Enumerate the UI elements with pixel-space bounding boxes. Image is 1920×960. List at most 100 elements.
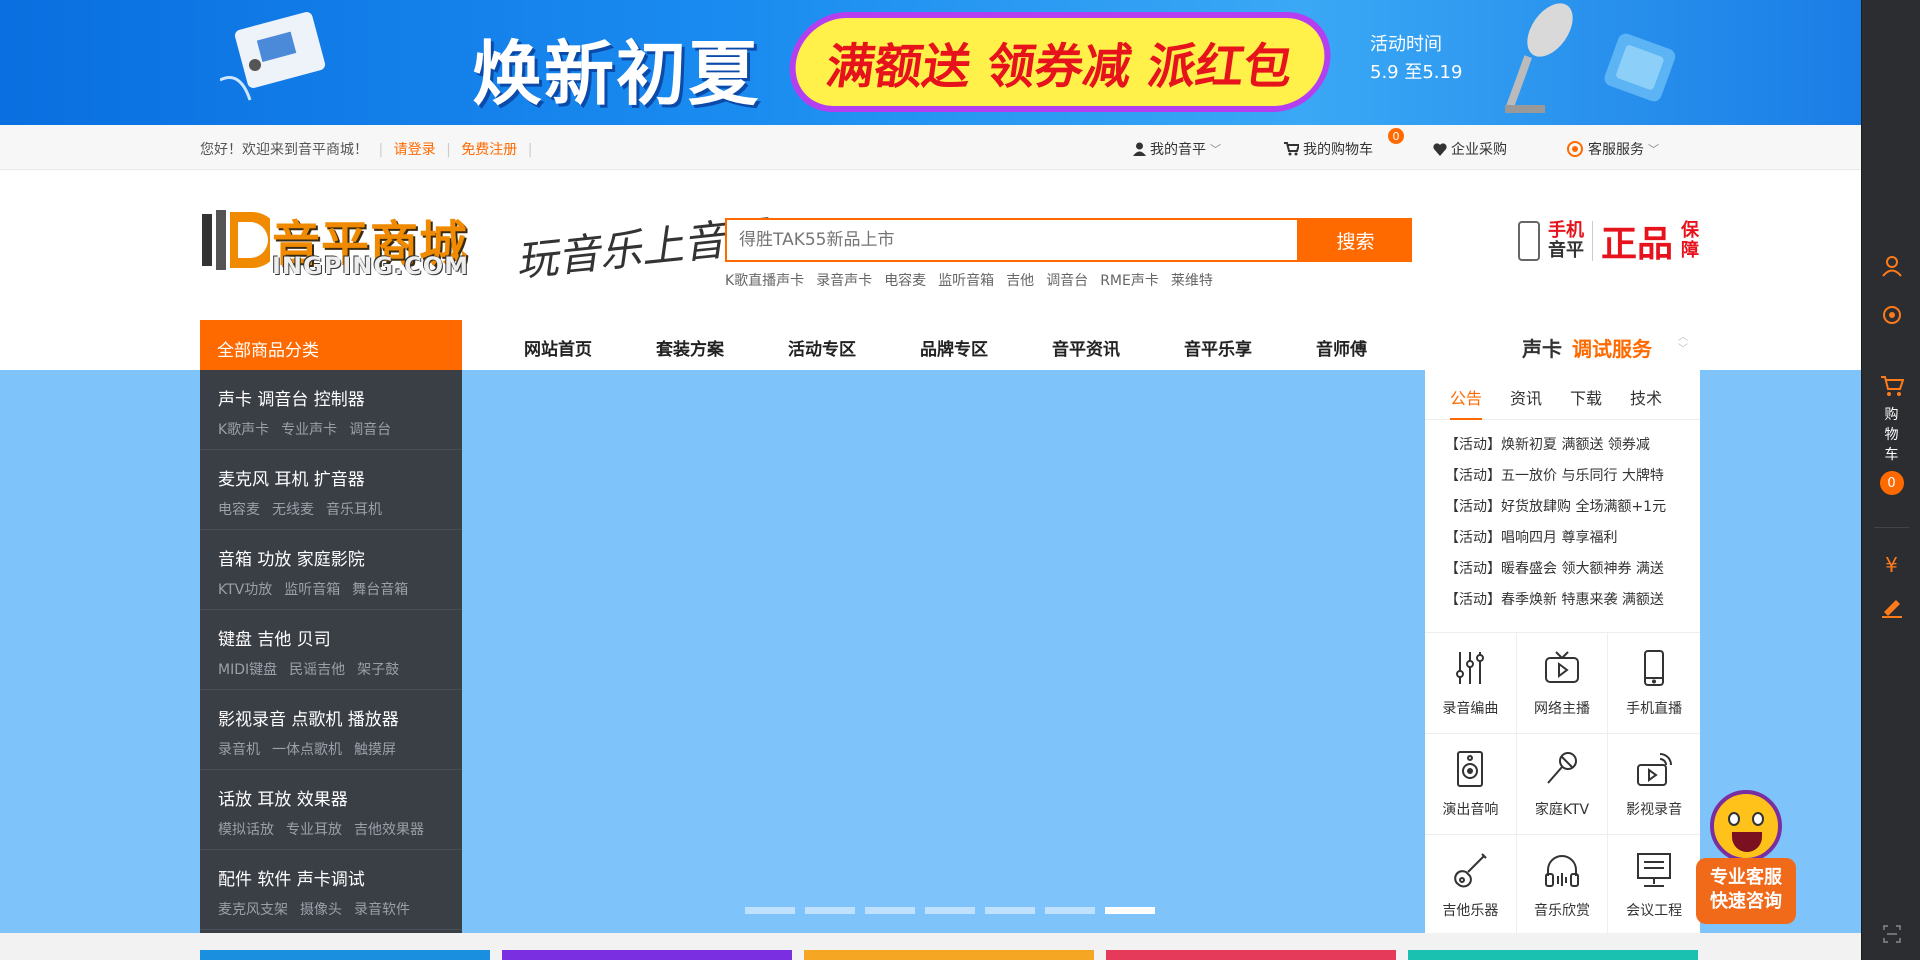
hot-keyword[interactable]: 电容麦 xyxy=(884,270,926,290)
category-item[interactable]: 键盘 吉他 贝司 MIDI键盘 民谣吉他 架子鼓 xyxy=(200,610,462,690)
category-sub[interactable]: 电容麦 xyxy=(218,499,260,519)
tab-news[interactable]: 资讯 xyxy=(1510,385,1542,419)
tab-downloads[interactable]: 下载 xyxy=(1570,385,1602,419)
my-account-menu[interactable]: 我的音平 ﹀ xyxy=(1133,139,1221,159)
hot-keyword[interactable]: 莱维特 xyxy=(1171,270,1213,290)
category-title[interactable]: 麦克风 耳机 扩音器 xyxy=(218,465,444,490)
notice-item[interactable]: 【活动】好货放肆购 全场满额+1元 xyxy=(1445,497,1700,528)
nav-link-bundles[interactable]: 套装方案 xyxy=(656,335,788,360)
service-guitar[interactable]: 吉他乐器 xyxy=(1425,834,1517,935)
category-title[interactable]: 话放 耳放 效果器 xyxy=(218,785,444,810)
carousel-dot[interactable] xyxy=(865,907,915,914)
chevron-up-icon[interactable]: ︿ xyxy=(1678,332,1688,344)
category-sub[interactable]: 舞台音箱 xyxy=(352,579,408,599)
nav-link-master[interactable]: 音师傅 xyxy=(1316,335,1448,360)
login-link[interactable]: 请登录 xyxy=(394,142,436,158)
promo-banner[interactable]: 焕新初夏 满额送 领券减 派红包 活动时间 5.9 至5.19 xyxy=(0,0,1861,125)
notice-item[interactable]: 【活动】暖春盛会 领大额神券 满送 xyxy=(1445,559,1700,590)
floating-customer-service[interactable]: 专业客服 快速咨询 xyxy=(1696,790,1796,928)
category-item[interactable]: 麦克风 耳机 扩音器 电容麦 无线麦 音乐耳机 xyxy=(200,450,462,530)
sidebar-cart[interactable]: 购 物 车 0 xyxy=(1862,375,1920,495)
service-button[interactable] xyxy=(1862,304,1920,326)
hot-keyword[interactable]: 调音台 xyxy=(1046,270,1088,290)
carousel-dot[interactable] xyxy=(925,907,975,914)
category-sub[interactable]: 录音软件 xyxy=(354,899,410,919)
site-logo[interactable]: 音平商城 INGPING.COM xyxy=(200,200,475,280)
category-title[interactable]: 音箱 功放 家庭影院 xyxy=(218,545,444,570)
category-sub[interactable]: 专业耳放 xyxy=(286,819,342,839)
category-sub[interactable]: 麦克风支架 xyxy=(218,899,288,919)
carousel-dot[interactable] xyxy=(1045,907,1095,914)
notice-item[interactable]: 【活动】五一放价 与乐同行 大牌特 xyxy=(1445,466,1700,497)
category-title[interactable]: 声卡 调音台 控制器 xyxy=(218,385,444,410)
chevron-down-icon[interactable]: ﹀ xyxy=(1678,344,1688,356)
category-item[interactable]: 配件 软件 声卡调试 麦克风支架 摄像头 录音软件 xyxy=(200,850,462,930)
scan-button[interactable] xyxy=(1862,925,1920,943)
hot-keyword[interactable]: K歌直播声卡 xyxy=(725,270,804,290)
service-mobile-live[interactable]: 手机直播 xyxy=(1608,632,1700,733)
category-item[interactable]: 音箱 功放 家庭影院 KTV功放 监听音箱 舞台音箱 xyxy=(200,530,462,610)
category-sub[interactable]: 民谣吉他 xyxy=(289,659,345,679)
yen-icon[interactable]: ¥ xyxy=(1862,553,1920,577)
search-button[interactable]: 搜索 xyxy=(1299,218,1412,262)
service-streaming[interactable]: 网络主播 xyxy=(1516,632,1609,733)
nav-link-brands[interactable]: 品牌专区 xyxy=(920,335,1052,360)
notice-item[interactable]: 【活动】焕新初夏 满额送 领券减 xyxy=(1445,435,1700,466)
promo-strip[interactable] xyxy=(200,950,490,960)
category-sub[interactable]: 模拟话放 xyxy=(218,819,274,839)
search-input[interactable] xyxy=(725,218,1299,262)
category-sub[interactable]: 触摸屏 xyxy=(354,739,396,759)
hot-keyword[interactable]: RME声卡 xyxy=(1100,270,1159,290)
category-sub[interactable]: 无线麦 xyxy=(272,499,314,519)
category-sub[interactable]: 专业声卡 xyxy=(281,419,337,439)
tab-announcements[interactable]: 公告 xyxy=(1450,385,1483,420)
carousel-dot[interactable] xyxy=(745,907,795,914)
service-conference[interactable]: 会议工程 xyxy=(1608,834,1700,935)
nav-link-share[interactable]: 音平乐享 xyxy=(1184,335,1316,360)
category-sub[interactable]: 音乐耳机 xyxy=(326,499,382,519)
hot-keyword[interactable]: 监听音箱 xyxy=(938,270,994,290)
promo-strip[interactable] xyxy=(1106,950,1396,960)
carousel-dot[interactable] xyxy=(985,907,1035,914)
promo-strip[interactable] xyxy=(502,950,792,960)
category-title[interactable]: 配件 软件 声卡调试 xyxy=(218,865,444,890)
nav-link-events[interactable]: 活动专区 xyxy=(788,335,920,360)
hot-keyword[interactable]: 录音声卡 xyxy=(816,270,872,290)
category-sub[interactable]: 摄像头 xyxy=(300,899,342,919)
category-item[interactable]: 影视录音 点歌机 播放器 录音机 一体点歌机 触摸屏 xyxy=(200,690,462,770)
category-sub[interactable]: 监听音箱 xyxy=(284,579,340,599)
category-sub[interactable]: K歌声卡 xyxy=(218,419,269,439)
service-stage-audio[interactable]: 演出音响 xyxy=(1425,733,1517,834)
category-sub[interactable]: 一体点歌机 xyxy=(272,739,342,759)
category-sub[interactable]: KTV功放 xyxy=(218,579,272,599)
category-sub[interactable]: 吉他效果器 xyxy=(354,819,424,839)
category-title[interactable]: 键盘 吉他 贝司 xyxy=(218,625,444,650)
promo-strip[interactable] xyxy=(1408,950,1698,960)
service-music[interactable]: 音乐欣赏 xyxy=(1516,834,1609,935)
account-button[interactable] xyxy=(1862,255,1920,277)
service-recording[interactable]: 录音编曲 xyxy=(1425,632,1517,733)
my-cart-link[interactable]: 我的购物车 xyxy=(1284,139,1373,159)
register-link[interactable]: 免费注册 xyxy=(461,142,517,158)
customer-service-menu[interactable]: 客服服务 ﹀ xyxy=(1566,139,1659,159)
nav-link-news[interactable]: 音平资讯 xyxy=(1052,335,1184,360)
category-item[interactable]: 声卡 调音台 控制器 K歌声卡 专业声卡 调音台 xyxy=(200,370,462,450)
category-sub[interactable]: 录音机 xyxy=(218,739,260,759)
carousel-dot[interactable] xyxy=(1105,907,1155,914)
category-sub[interactable]: 调音台 xyxy=(349,419,391,439)
notice-item[interactable]: 【活动】春季焕新 特惠来袭 满额送 xyxy=(1445,590,1700,621)
nav-promo-arrows[interactable]: ︿ ﹀ xyxy=(1678,332,1688,356)
nav-promo[interactable]: 声卡 调试服务 xyxy=(1522,333,1652,362)
enterprise-link[interactable]: 企业采购 xyxy=(1433,139,1507,159)
service-home-ktv[interactable]: 家庭KTV xyxy=(1516,733,1609,834)
carousel-dot[interactable] xyxy=(805,907,855,914)
nav-link-home[interactable]: 网站首页 xyxy=(524,335,656,360)
hot-keyword[interactable]: 吉他 xyxy=(1006,270,1034,290)
hero-carousel[interactable]: 声卡 调音台 控制器 K歌声卡 专业声卡 调音台 麦克风 耳机 扩音器 电容麦 无线麦… xyxy=(0,370,1861,935)
category-item[interactable]: 话放 耳放 效果器 模拟话放 专业耳放 吉他效果器 xyxy=(200,770,462,850)
category-sub[interactable]: MIDI键盘 xyxy=(218,659,277,679)
tab-tech[interactable]: 技术 xyxy=(1630,385,1662,419)
all-categories-button[interactable]: 全部商品分类 xyxy=(200,320,462,370)
feedback-button[interactable] xyxy=(1862,594,1920,618)
category-sub[interactable]: 架子鼓 xyxy=(357,659,399,679)
